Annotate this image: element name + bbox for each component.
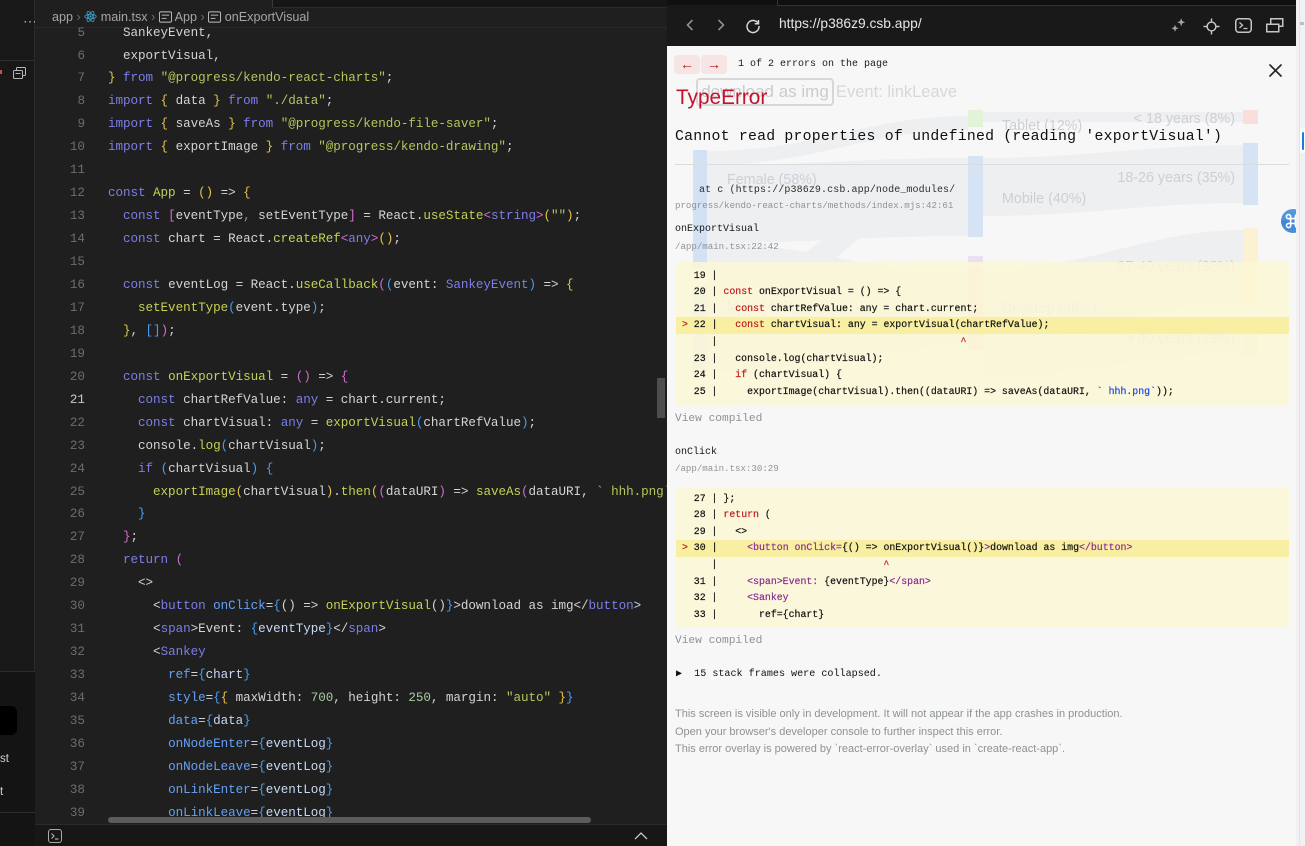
svg-text:18-26 years (35%): 18-26 years (35%) <box>1117 170 1235 186</box>
svg-text:Mobile (40%): Mobile (40%) <box>1002 191 1086 207</box>
svg-text:< 18 years (8%): < 18 years (8%) <box>1134 111 1235 127</box>
